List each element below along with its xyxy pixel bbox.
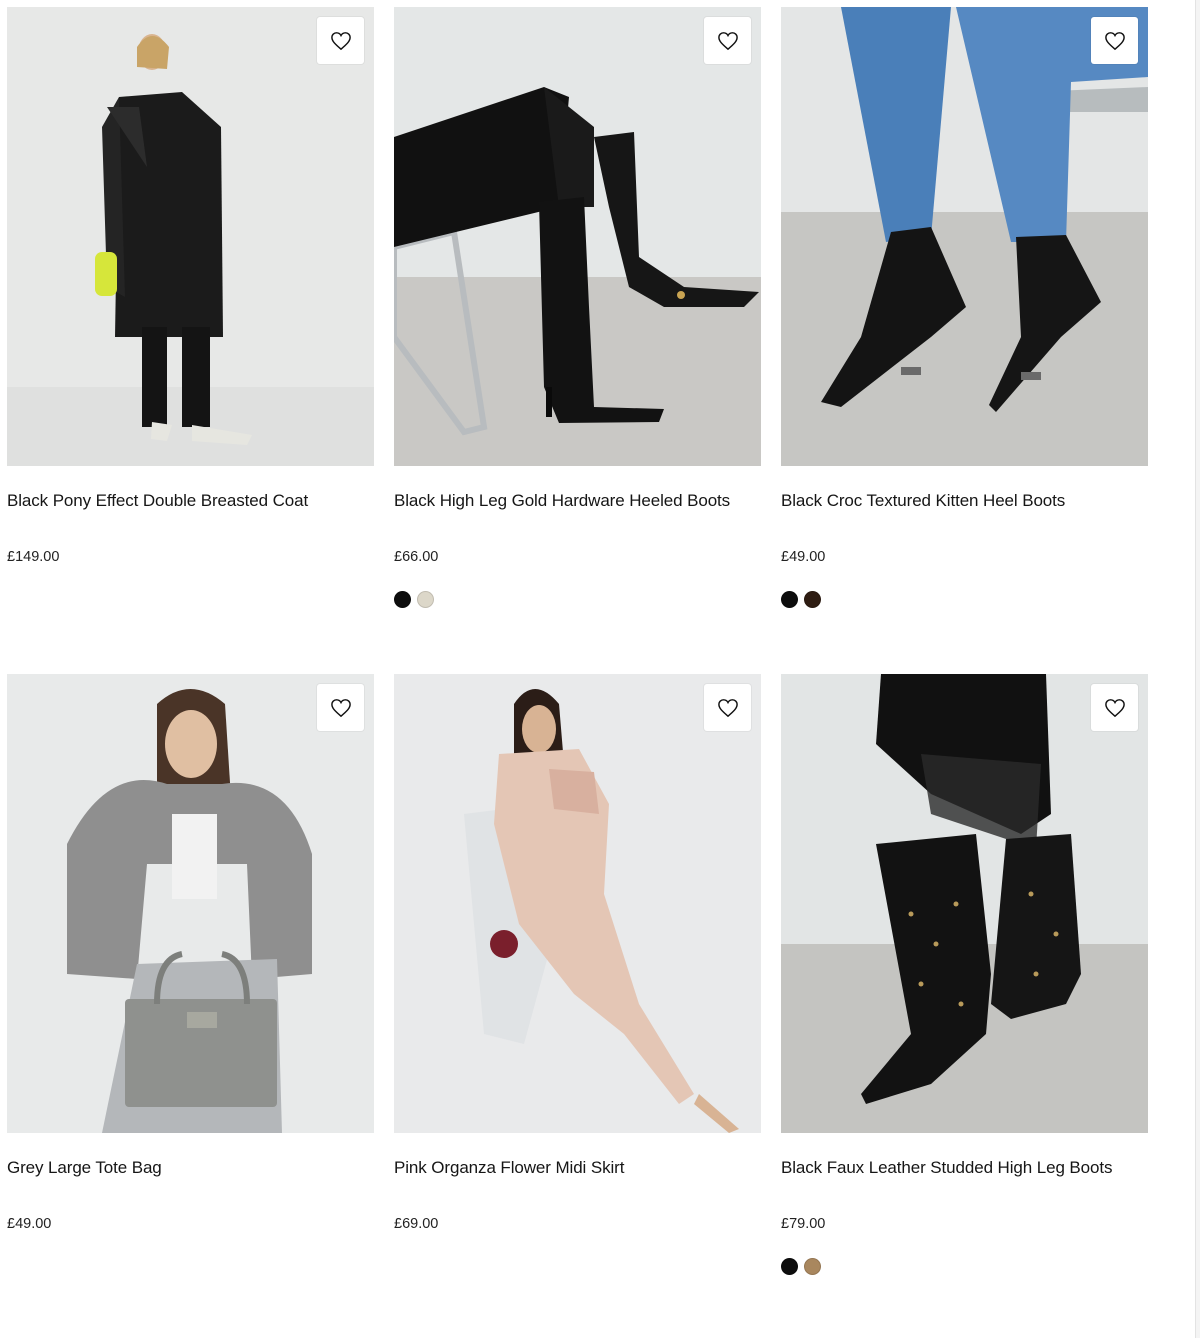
wishlist-button[interactable] — [704, 17, 751, 64]
color-swatches — [781, 1258, 1148, 1275]
product-card[interactable]: Black Pony Effect Double Breasted Coat £… — [7, 7, 374, 674]
color-swatch[interactable] — [417, 591, 434, 608]
product-image[interactable] — [394, 674, 761, 1133]
color-swatch[interactable] — [804, 591, 821, 608]
product-title[interactable]: Black Faux Leather Studded High Leg Boot… — [781, 1157, 1148, 1179]
product-title[interactable]: Grey Large Tote Bag — [7, 1157, 374, 1179]
wishlist-button[interactable] — [1091, 17, 1138, 64]
product-image[interactable] — [781, 674, 1148, 1133]
product-title[interactable]: Black Pony Effect Double Breasted Coat — [7, 490, 374, 512]
product-price: £66.00 — [394, 549, 439, 565]
heart-outline-icon — [1104, 698, 1126, 718]
product-title[interactable]: Black Croc Textured Kitten Heel Boots — [781, 490, 1148, 512]
product-card[interactable]: Black Croc Textured Kitten Heel Boots £4… — [781, 7, 1148, 674]
product-card[interactable]: Pink Organza Flower Midi Skirt £69.00 — [394, 674, 761, 1341]
color-swatch[interactable] — [394, 591, 411, 608]
product-price: £69.00 — [394, 1216, 439, 1232]
wishlist-button[interactable] — [317, 17, 364, 64]
heart-outline-icon — [1104, 31, 1126, 51]
product-price: £79.00 — [781, 1216, 826, 1232]
product-grid: Black Pony Effect Double Breasted Coat £… — [7, 7, 1148, 1341]
product-price: £49.00 — [781, 549, 826, 565]
product-image[interactable] — [394, 7, 761, 466]
wishlist-button[interactable] — [1091, 684, 1138, 731]
product-image[interactable] — [7, 7, 374, 466]
product-price: £149.00 — [7, 549, 60, 565]
heart-outline-icon — [330, 698, 352, 718]
product-title[interactable]: Pink Organza Flower Midi Skirt — [394, 1157, 761, 1179]
product-card[interactable]: Black High Leg Gold Hardware Heeled Boot… — [394, 7, 761, 674]
heart-outline-icon — [330, 31, 352, 51]
color-swatches — [394, 591, 761, 608]
product-image[interactable] — [781, 7, 1148, 466]
product-card[interactable]: Black Faux Leather Studded High Leg Boot… — [781, 674, 1148, 1341]
product-price: £49.00 — [7, 1216, 52, 1232]
color-swatch[interactable] — [781, 591, 798, 608]
color-swatch[interactable] — [804, 1258, 821, 1275]
wishlist-button[interactable] — [317, 684, 364, 731]
color-swatches — [781, 591, 1148, 608]
product-card[interactable]: Grey Large Tote Bag £49.00 — [7, 674, 374, 1341]
product-title[interactable]: Black High Leg Gold Hardware Heeled Boot… — [394, 490, 761, 512]
page-scrollbar[interactable] — [1195, 0, 1200, 1338]
heart-outline-icon — [717, 698, 739, 718]
product-image[interactable] — [7, 674, 374, 1133]
wishlist-button[interactable] — [704, 684, 751, 731]
heart-outline-icon — [717, 31, 739, 51]
color-swatch[interactable] — [781, 1258, 798, 1275]
